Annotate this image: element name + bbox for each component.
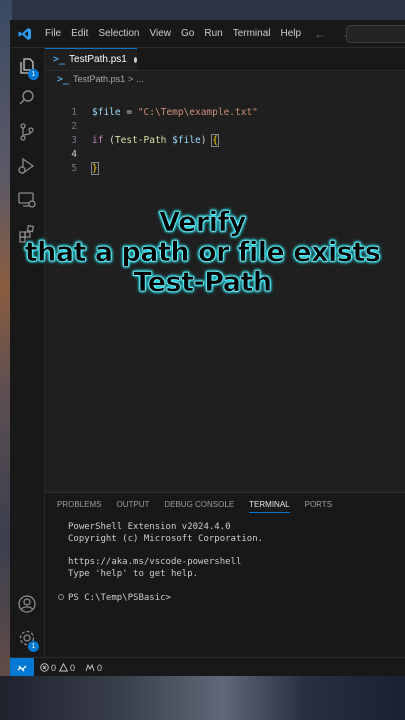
line-number: 1: [71, 107, 77, 118]
account-icon[interactable]: [17, 594, 37, 614]
menu-help[interactable]: Help: [276, 20, 307, 47]
title-bar: File Edit Selection View Go Run Terminal…: [10, 20, 405, 48]
code-token: =: [120, 107, 138, 118]
code-token: Test-Path: [114, 135, 167, 146]
code-line[interactable]: 5}: [45, 162, 405, 176]
code-token: ): [200, 135, 213, 146]
tab-output[interactable]: OUTPUT: [116, 500, 149, 513]
breadcrumb-file[interactable]: TestPath.ps1: [73, 74, 125, 84]
tab-problems[interactable]: PROBLEMS: [57, 500, 101, 513]
caption-line-3: Test-Path: [133, 267, 272, 298]
tab-debug-console[interactable]: DEBUG CONSOLE: [164, 500, 234, 513]
line-number: 4: [71, 149, 77, 160]
breadcrumb: >_ TestPath.ps1 > ...: [57, 72, 144, 86]
breadcrumb-rest[interactable]: ...: [136, 74, 144, 84]
code-token: (: [103, 135, 115, 146]
settings-badge: 1: [28, 641, 39, 652]
terminal-line: Copyright (c) Microsoft Corporation.: [68, 534, 264, 544]
code-token: {: [211, 134, 219, 147]
activity-bar: 1 1: [10, 48, 45, 657]
menu-selection[interactable]: Selection: [93, 20, 144, 47]
code-text: $file = "C:\Temp\example.txt": [92, 106, 258, 120]
run-debug-icon[interactable]: [17, 156, 37, 176]
terminal-line: Type 'help' to get help.: [68, 569, 199, 579]
menu-edit[interactable]: Edit: [66, 20, 93, 47]
desktop-background-bottom: [0, 676, 405, 720]
tab-testpath[interactable]: >_ TestPath.ps1: [45, 48, 137, 70]
panel-tabs: PROBLEMS OUTPUT DEBUG CONSOLE TERMINAL P…: [57, 500, 347, 513]
error-icon: [40, 663, 49, 672]
caption-line-1: Verify: [159, 207, 247, 238]
tab-label: TestPath.ps1: [69, 54, 127, 65]
bottom-panel: PROBLEMS OUTPUT DEBUG CONSOLE TERMINAL P…: [45, 492, 405, 658]
code-text: }: [91, 162, 99, 176]
caption-line-2: that a path or file exists: [24, 237, 381, 268]
code-token: $file: [172, 135, 201, 146]
search-icon[interactable]: [17, 88, 37, 108]
ports-icon: [85, 663, 95, 672]
explorer-badge: 1: [28, 69, 39, 80]
powershell-file-icon: >_: [57, 73, 70, 85]
editor-tab-bar: >_ TestPath.ps1: [45, 48, 405, 71]
line-number: 3: [71, 135, 77, 146]
error-count: 0: [51, 662, 57, 673]
ports-status[interactable]: 0: [85, 663, 102, 673]
powershell-file-icon: >_: [53, 54, 66, 65]
menu-go[interactable]: Go: [176, 20, 199, 47]
source-control-icon[interactable]: [17, 122, 37, 142]
menu-view[interactable]: View: [145, 20, 177, 47]
warning-count: 0: [70, 662, 76, 673]
remote-explorer-icon[interactable]: [17, 190, 37, 210]
command-center-search[interactable]: [346, 25, 405, 43]
code-line[interactable]: 4: [45, 148, 405, 162]
menu-run[interactable]: Run: [199, 20, 227, 47]
remote-indicator-icon[interactable]: [10, 658, 34, 676]
unsaved-dot-icon[interactable]: [133, 56, 137, 63]
code-token: if: [92, 135, 104, 146]
code-token: "C:\Temp\example.txt": [137, 107, 258, 118]
tab-ports[interactable]: PORTS: [305, 500, 332, 513]
video-caption: Verify that a path or file exists Test-P…: [0, 207, 405, 298]
tab-terminal[interactable]: TERMINAL: [249, 500, 290, 513]
line-number: 2: [71, 121, 77, 132]
terminal-line: PowerShell Extension v2024.4.0: [68, 522, 231, 532]
ports-count: 0: [97, 662, 103, 673]
terminal-link[interactable]: https://aka.ms/vscode-powershell: [68, 556, 241, 568]
code-line[interactable]: 3 if (Test-Path $file) {: [45, 134, 405, 148]
status-bar: 0 0 0: [10, 657, 405, 676]
code-text: if (Test-Path $file) {: [92, 134, 219, 148]
code-line[interactable]: 2: [45, 120, 405, 134]
line-number: 5: [71, 163, 77, 174]
problems-status[interactable]: 0 0: [40, 663, 75, 673]
vscode-window: File Edit Selection View Go Run Terminal…: [10, 20, 405, 676]
breadcrumb-separator: >: [128, 74, 134, 84]
warning-icon: [59, 663, 69, 672]
command-status-icon: [58, 594, 64, 600]
code-line[interactable]: 1 $file = "C:\Temp\example.txt": [45, 106, 405, 120]
terminal-prompt[interactable]: PS C:\Temp\PSBasic>: [68, 592, 171, 604]
menu-terminal[interactable]: Terminal: [228, 20, 276, 47]
menu-file[interactable]: File: [40, 20, 66, 47]
code-token: $file: [92, 107, 121, 118]
vscode-logo-icon: [10, 20, 40, 47]
code-token: }: [91, 162, 99, 175]
